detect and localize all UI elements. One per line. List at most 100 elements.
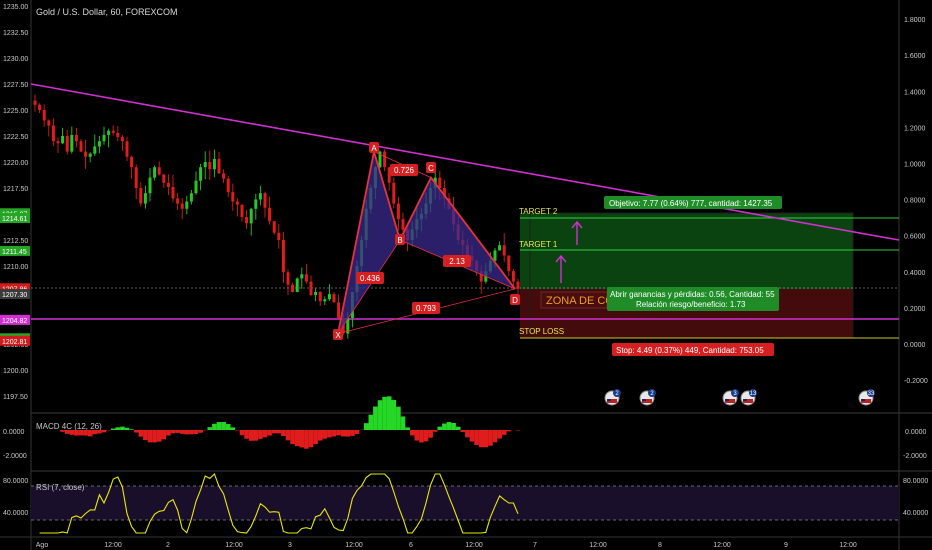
- stop-loss-label: STOP LOSS: [519, 327, 564, 336]
- macd-bar: [184, 430, 190, 435]
- left-tick-label: 1230.00: [3, 56, 28, 63]
- pattern-point-b: B: [397, 236, 402, 245]
- macd-bar: [290, 430, 295, 445]
- macd-bar: [189, 430, 194, 435]
- candle-body: [33, 100, 37, 105]
- macd-bar: [253, 430, 259, 441]
- candle-body: [245, 217, 249, 224]
- macd-bar: [423, 430, 429, 442]
- macd-bar: [446, 421, 452, 430]
- macd-bar: [377, 400, 383, 430]
- candle-body: [74, 134, 78, 142]
- macd-tick-0-right: 0.0000: [905, 429, 927, 436]
- left-tick-label: 1225.00: [3, 108, 28, 115]
- time-tick-label: 2: [166, 542, 170, 549]
- left-tick-label: 1210.00: [3, 264, 28, 271]
- candle-body: [61, 136, 65, 144]
- candle-body: [318, 292, 322, 302]
- macd-bar: [239, 430, 245, 436]
- pattern-point-c: C: [428, 164, 434, 173]
- candle-body: [107, 130, 111, 135]
- macd-bar: [363, 423, 369, 430]
- macd-bar: [138, 430, 144, 437]
- candle-body: [217, 158, 221, 174]
- chart-title: Gold / U.S. Dollar, 60, FOREXCOM: [36, 7, 178, 17]
- candle-body: [502, 245, 506, 256]
- macd-bar: [175, 430, 180, 433]
- candle-body: [88, 153, 92, 157]
- rsi-tick-1-left: 40.0000: [3, 510, 28, 517]
- candle-body: [38, 104, 42, 110]
- macd-bar: [271, 430, 277, 434]
- macd-bar: [474, 430, 479, 445]
- macd-bar: [483, 430, 489, 448]
- macd-tick-1-left: -2.0000: [3, 453, 27, 460]
- event-flag-canton: [743, 399, 747, 401]
- macd-bar: [396, 406, 401, 430]
- left-tick-label: 1232.50: [3, 30, 28, 37]
- candle-body: [300, 274, 304, 279]
- macd-bar: [373, 406, 378, 430]
- candle-body: [42, 110, 46, 121]
- macd-bar: [152, 430, 157, 443]
- candle-body: [263, 193, 267, 208]
- candle-body: [498, 245, 502, 251]
- macd-bar: [382, 396, 387, 430]
- macd-bar: [166, 430, 171, 436]
- candle-body: [226, 178, 230, 193]
- candle-body: [143, 193, 147, 204]
- candle-body: [254, 199, 258, 209]
- candle-body: [153, 167, 157, 178]
- event-flag-canton: [725, 399, 729, 401]
- time-tick-label: 12:00: [345, 542, 363, 549]
- left-tick-label: 1217.50: [3, 186, 28, 193]
- candle-body: [134, 167, 138, 188]
- price-tag-label: 1207.30: [2, 292, 27, 299]
- candle-body: [203, 162, 207, 168]
- macd-bar: [451, 422, 456, 430]
- left-tick-label: 1220.00: [3, 160, 28, 167]
- left-tick-label: 1227.50: [3, 82, 28, 89]
- macd-bar: [276, 430, 282, 434]
- macd-bar: [216, 422, 222, 430]
- macd-bar: [497, 430, 502, 439]
- macd-bar: [304, 430, 309, 449]
- candle-body: [314, 292, 318, 296]
- candle-body: [185, 201, 189, 209]
- macd-bar: [322, 430, 328, 439]
- macd-tick-0-left: 0.0000: [3, 429, 25, 436]
- right-tick-label: 1.2000: [904, 125, 926, 132]
- macd-bar: [506, 430, 512, 432]
- macd-bar: [115, 427, 121, 430]
- candle-body: [180, 203, 184, 209]
- chart-canvas[interactable]: Gold / U.S. Dollar, 60, FOREXCOM 1235.00…: [0, 0, 932, 550]
- macd-bar: [267, 430, 272, 436]
- candle-body: [56, 141, 60, 144]
- candle-body: [281, 240, 285, 273]
- time-tick-label: 8: [658, 542, 662, 549]
- macd-bar: [64, 430, 70, 434]
- macd-bar: [230, 427, 236, 430]
- rsi-tick-0-right: 80.0000: [903, 478, 928, 485]
- macd-bar: [432, 430, 438, 432]
- time-tick-label: 3: [288, 542, 292, 549]
- candle-body: [291, 284, 295, 292]
- macd-bar: [350, 430, 355, 436]
- zone-label: ZONA DE CO: [546, 295, 614, 307]
- macd-bar: [120, 426, 125, 430]
- macd-bar: [198, 430, 203, 433]
- candle-body: [139, 188, 143, 204]
- candle-body: [102, 134, 106, 142]
- candle-body: [93, 146, 97, 154]
- candle-body: [231, 192, 235, 202]
- macd-bar: [262, 430, 268, 438]
- macd-bar: [455, 426, 461, 430]
- left-tick-label: 1197.50: [3, 394, 28, 401]
- target-zone[interactable]: [520, 213, 853, 289]
- right-tick-label: 0.2000: [904, 306, 926, 313]
- macd-bar: [386, 396, 392, 430]
- event-count: 33: [868, 391, 875, 397]
- macd-bar: [147, 430, 153, 443]
- macd-bar: [281, 430, 286, 437]
- candle-body: [249, 208, 253, 224]
